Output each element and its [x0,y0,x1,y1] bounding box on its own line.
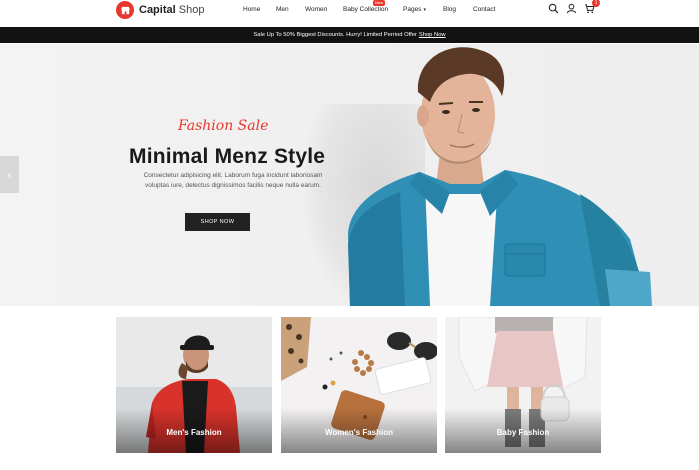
cart-count-badge: 1 [592,0,600,7]
site-header: Capital Shop Home Men Women Baby Collect… [0,0,699,26]
slider-prev-button[interactable]: ‹ [0,156,19,193]
chevron-down-icon: ▾ [423,7,426,13]
brand-logo[interactable]: Capital Shop [116,1,204,19]
promo-bar: Sale Up To 50% Biggest Discounts. Hurry!… [0,27,699,43]
brand-name-light: Shop [178,4,205,16]
brand-name-bold: Capital [139,4,176,16]
nav-men-label: Men [276,6,289,13]
category-card-womens[interactable]: Women's Fashion [281,317,437,453]
hero-description: Consectetur adipisicing elit. Laborum fu… [143,172,323,189]
nav-men[interactable]: Men [276,6,305,13]
hero-eyebrow: Fashion Sale [178,118,269,134]
store-icon [116,1,134,19]
category-label-mens[interactable]: Men's Fashion [116,428,272,437]
nav-blog[interactable]: Blog [443,6,473,13]
cart-icon[interactable]: 1 [584,0,600,14]
nav-home-label: Home [243,6,261,13]
promo-shop-now-link[interactable]: Shop Now [419,32,446,38]
user-icon[interactable] [566,3,577,14]
nav-women-label: Women [305,6,328,13]
new-badge: New [373,0,386,6]
nav-contact-label: Contact [473,6,496,13]
promo-text: Sale Up To 50% Biggest Discounts. Hurry!… [253,32,417,38]
category-card-mens[interactable]: Men's Fashion [116,317,272,453]
header-icons: 1 [548,0,600,14]
search-icon[interactable] [548,3,559,14]
nav-baby-collection-label: Baby Collection [343,6,389,13]
nav-pages[interactable]: Pages ▾ [403,6,443,13]
nav-blog-label: Blog [443,6,457,13]
nav-baby-collection[interactable]: Baby Collection New [343,0,403,13]
nav-women[interactable]: Women [305,6,343,13]
chevron-left-icon: ‹ [7,167,12,182]
brand-name: Capital Shop [139,4,204,16]
nav-home[interactable]: Home [243,6,276,13]
category-card-baby[interactable]: Baby Fashion [445,317,601,453]
hero-title: Minimal Menz Style [129,145,326,168]
nav-contact[interactable]: Contact [473,6,495,13]
nav-pages-label: Pages [403,6,422,13]
shop-now-button[interactable]: SHOP NOW [185,213,250,231]
category-label-baby[interactable]: Baby Fashion [445,428,601,437]
hero-slider: ‹ Fashion Sale Minimal Menz Style Consec… [0,44,699,306]
hero-model-image [348,47,652,306]
category-label-womens[interactable]: Women's Fashion [281,428,437,437]
main-nav: Home Men Women Baby Collection New Pages… [243,0,495,13]
